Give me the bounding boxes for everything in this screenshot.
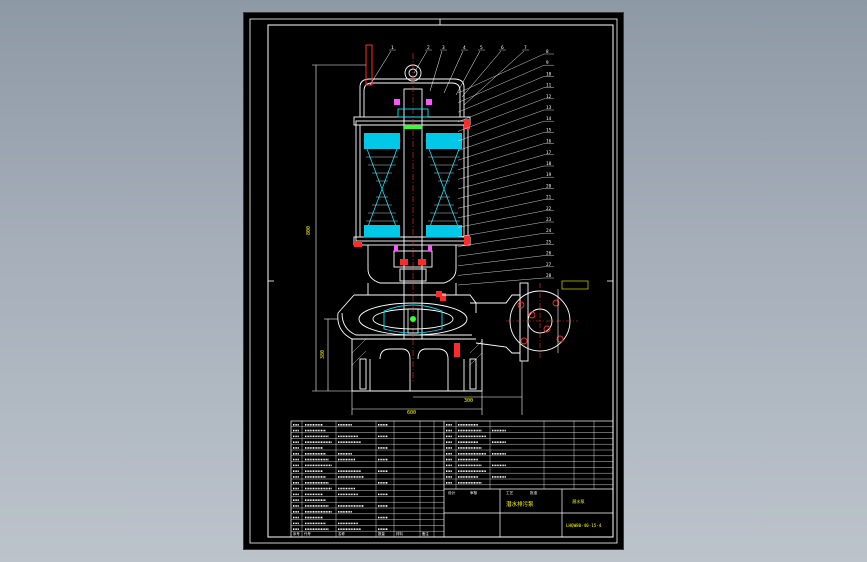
drawing-sheet: 800 380 600 300 1234567 8 9 10 11 12 13 14 15 16…	[243, 12, 624, 550]
parts-header-0: 序号	[293, 531, 300, 536]
title-block-grid	[291, 421, 613, 537]
signoff-label-0: 设计	[448, 490, 456, 495]
stator-left	[363, 133, 401, 238]
dim-lower-text: 380	[320, 350, 326, 359]
dim-height-text: 800	[306, 226, 312, 235]
title-block-text: 序号 代号 名称 数量 材料 备注 设计 审核 工艺 批准	[293, 423, 538, 536]
parts-header-2: 名称	[338, 531, 345, 536]
pump-drawing: 800 380 600 300 1234567 8910111213141516…	[249, 18, 618, 544]
parts-header-5: 备注	[422, 531, 429, 536]
oil-chamber	[367, 245, 457, 295]
balloons-right: 8910111213141516171819202122232425262728	[544, 49, 554, 279]
signoff-label-2: 工艺	[506, 490, 514, 495]
lift-ring-marker	[454, 343, 460, 357]
stator-right	[425, 133, 463, 238]
flange-annotation	[561, 280, 589, 290]
signoff-label-3: 批准	[530, 490, 538, 495]
shaft	[403, 53, 423, 383]
cad-viewport[interactable]: 800 380 600 300 1234567 8 9 10 11 12 13 14 15 16…	[0, 0, 867, 562]
base-hatch	[351, 338, 483, 366]
leader-lines-top	[369, 50, 525, 106]
dimensions	[312, 64, 559, 415]
parts-header-4: 材料	[396, 531, 403, 536]
pump-base	[351, 339, 483, 392]
signoff-label-1: 审核	[470, 490, 478, 495]
drawing-number: LHQW80-40-15-4	[566, 523, 602, 528]
dim-width-text: 600	[407, 410, 416, 416]
balloons-top: 1234567	[389, 45, 529, 51]
dim-offset-text: 300	[464, 398, 473, 404]
leader-lines-right	[457, 53, 545, 286]
sheet-stamp: 潜水泵	[572, 498, 585, 505]
volute-casing	[337, 294, 521, 354]
drawing-title: 潜水排污泵	[506, 500, 534, 508]
parts-header-1: 代号	[304, 531, 311, 536]
parts-header-3: 数量	[378, 531, 385, 536]
